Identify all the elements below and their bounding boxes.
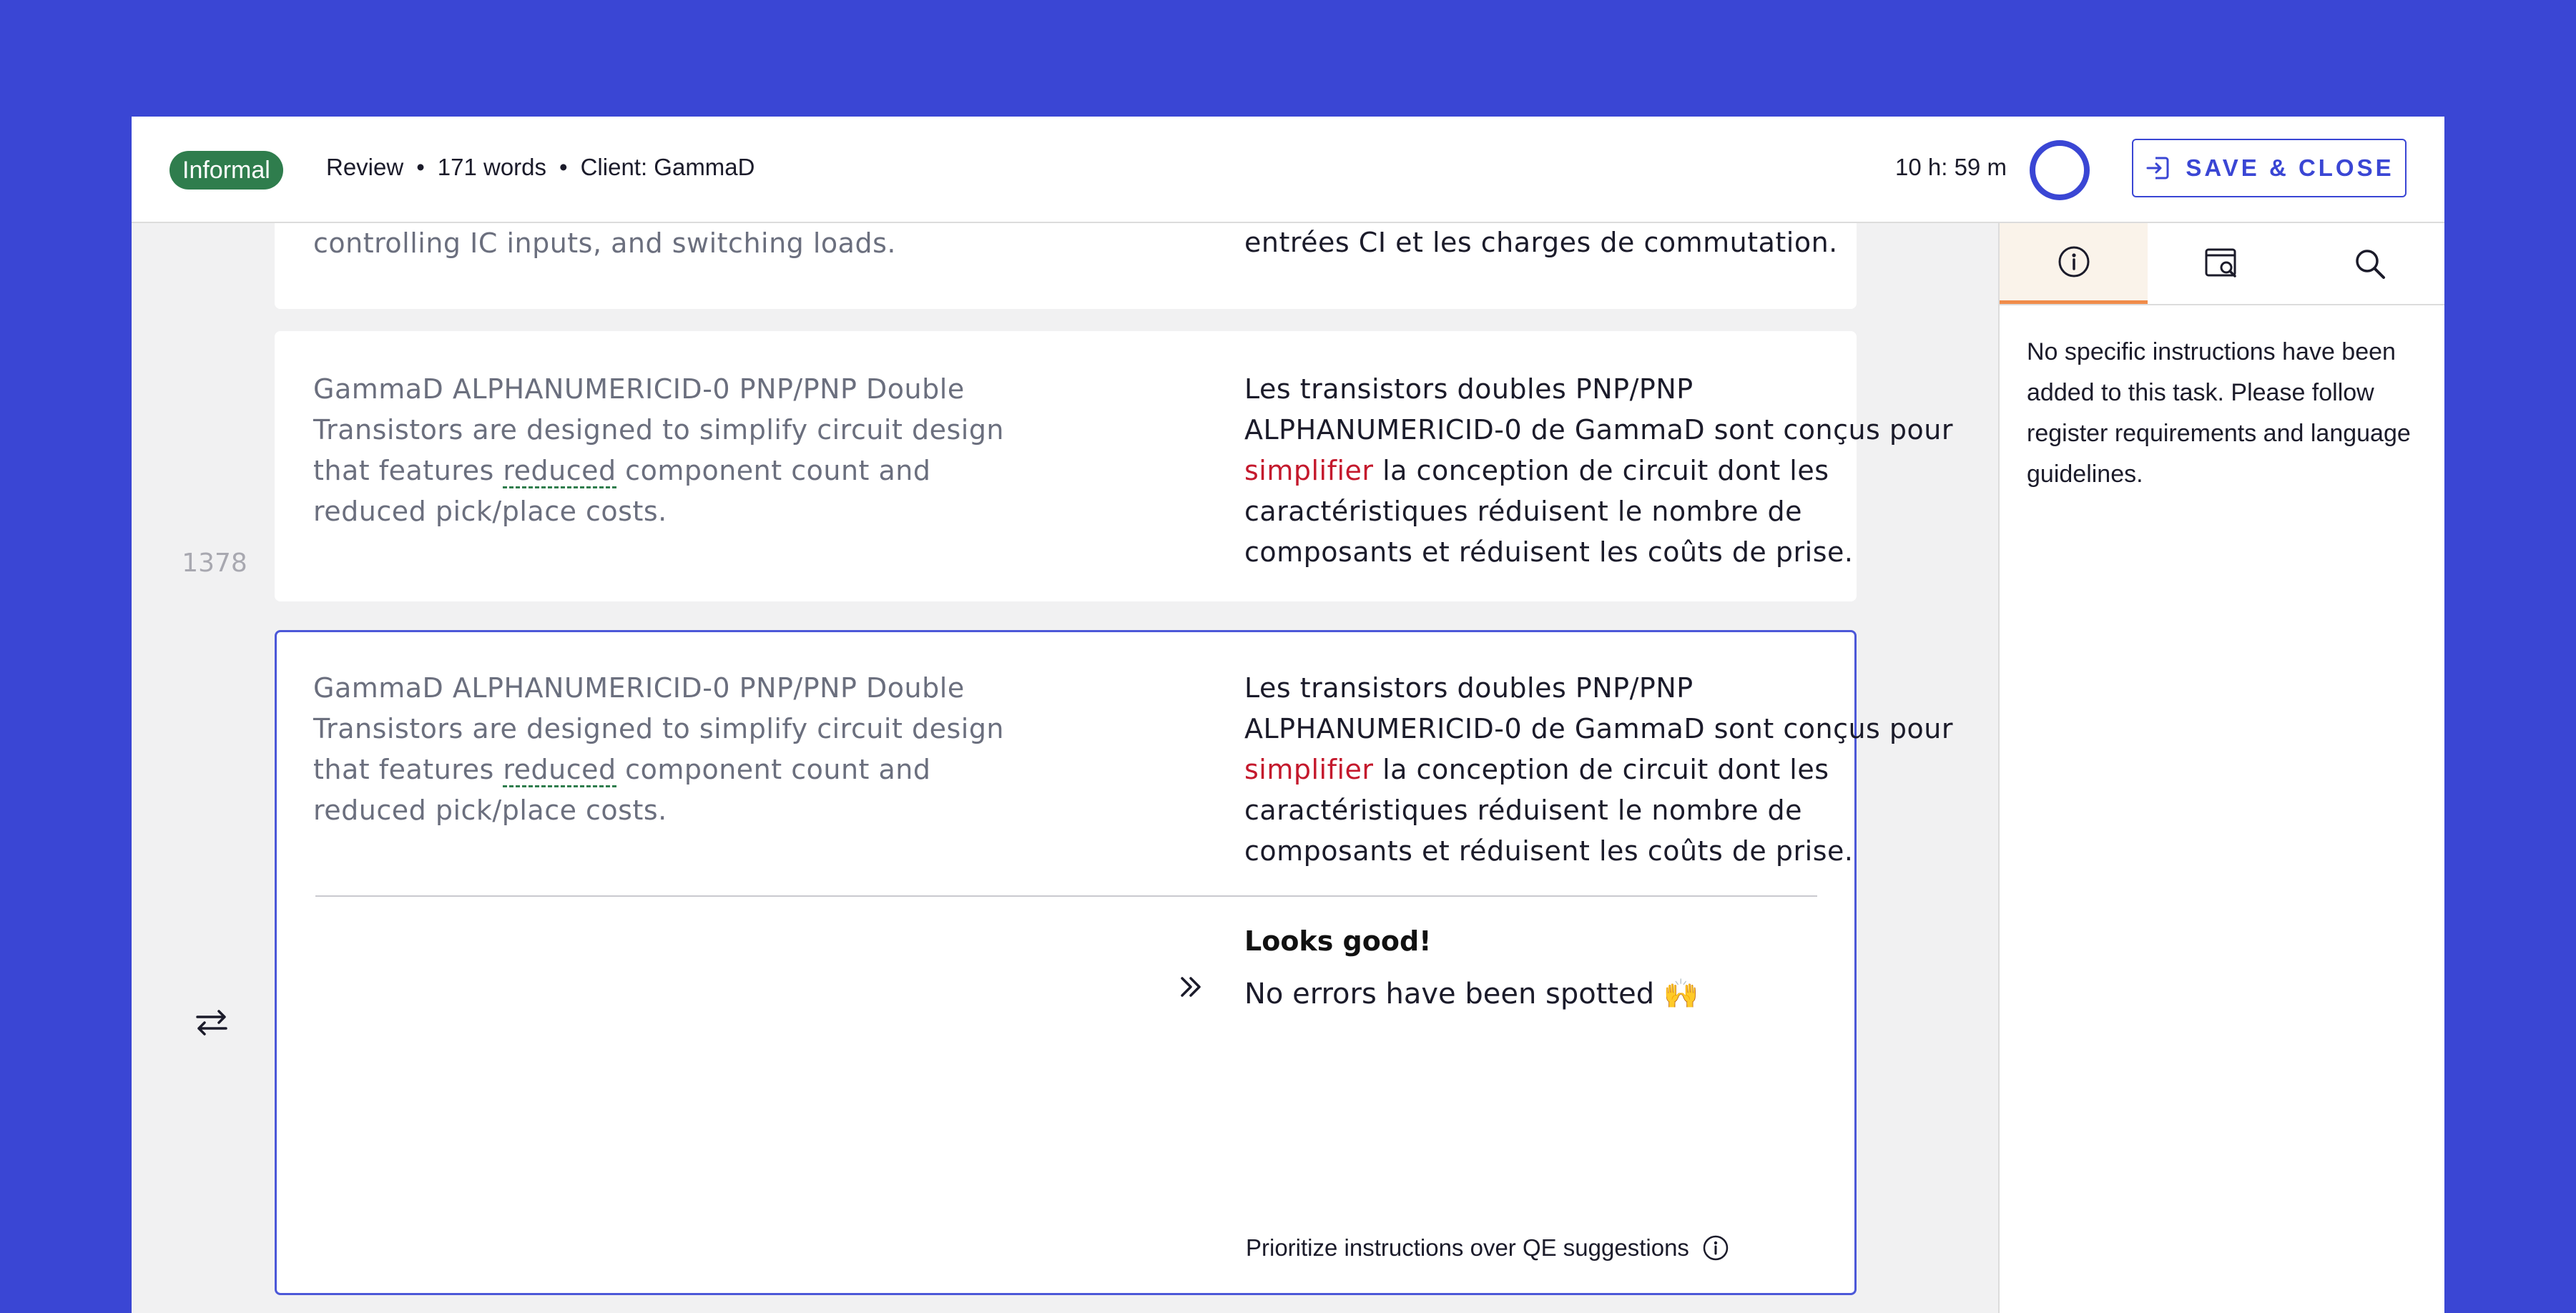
task-instructions: No specific instructions have been added… (2027, 338, 2411, 488)
task-meta: Review • 171 words • Client: GammaD (326, 154, 754, 181)
segment-target[interactable]: Les transistors doubles PNP/PNP ALPHANUM… (1244, 369, 1960, 573)
segment-number: 1378 (182, 549, 247, 578)
segment-card[interactable]: controlling IC inputs, and switching loa… (275, 223, 1857, 309)
segment-target[interactable]: d'économie pour la série DESO, le contrô… (1244, 223, 1960, 263)
copy-source-chevron-icon[interactable] (1176, 973, 1205, 1001)
meta-separator: • (559, 154, 568, 180)
task-header: Informal Review • 171 words • Client: GammaD… (132, 117, 2444, 223)
task-type: Review (326, 154, 404, 180)
swap-icon[interactable] (192, 1003, 232, 1043)
segment-card[interactable]: GammaD ALPHANUMERICID-0 PNP/PNP Double T… (275, 331, 1953, 601)
active-segment-card[interactable]: GammaD ALPHANUMERICID-0 PNP/PNP Double T… (275, 630, 1953, 1295)
target-text: Les transistors doubles PNP/PNP ALPHANUM… (1244, 373, 1954, 446)
tab-search[interactable] (2296, 223, 2444, 304)
register-badge: Informal (169, 151, 283, 190)
target-text: Les transistors doubles PNP/PNP ALPHANUM… (1244, 672, 1954, 744)
priority-note-text: Prioritize instructions over QE suggesti… (1246, 1234, 1689, 1261)
qa-status-message: No errors have been spotted 🙌 (1244, 977, 1699, 1010)
segment-source: GammaD ALPHANUMERICID-0 PNP/PNP Double T… (313, 369, 1021, 532)
qa-message-text: No errors have been spotted (1244, 978, 1655, 1010)
highlighted-term[interactable]: simplifier (1244, 754, 1374, 785)
meta-separator: • (416, 154, 425, 180)
flagged-term[interactable]: reduced (503, 754, 616, 787)
info-icon[interactable] (1702, 1234, 1729, 1262)
segment-list: controlling IC inputs, and switching loa… (132, 223, 1998, 1313)
timer-progress-ring (2030, 140, 2090, 200)
save-and-close-button[interactable]: SAVE & CLOSE (2132, 139, 2407, 197)
search-icon (2355, 249, 2385, 279)
side-panel-tabs (2000, 223, 2444, 305)
qa-divider (315, 895, 1817, 897)
segment-source: controlling IC inputs, and switching loa… (313, 227, 896, 259)
side-panel: No specific instructions have been added… (1998, 223, 2444, 1313)
raised-hands-icon: 🙌 (1663, 978, 1699, 1010)
flagged-term[interactable]: reduced (503, 455, 616, 488)
segment-source: GammaD ALPHANUMERICID-0 PNP/PNP Double T… (313, 668, 1021, 831)
highlighted-term[interactable]: simplifier (1244, 455, 1374, 486)
qa-status-title: Looks good! (1244, 925, 1432, 957)
tab-preview[interactable] (2148, 223, 2296, 304)
editor-window: Informal Review • 171 words • Client: GammaD… (132, 117, 2444, 1313)
exit-icon (2146, 157, 2169, 180)
segment-target-editor[interactable]: Les transistors doubles PNP/PNP ALPHANUM… (1244, 668, 1960, 872)
priority-note: Prioritize instructions over QE suggesti… (1246, 1234, 1729, 1262)
preview-search-icon (2205, 248, 2236, 277)
save-and-close-label: SAVE & CLOSE (2186, 154, 2394, 181)
time-remaining: 10 h: 59 m (1895, 154, 2007, 180)
info-icon (2058, 246, 2089, 277)
word-count: 171 words (437, 154, 547, 180)
client-name: Client: GammaD (580, 154, 755, 180)
tab-instructions[interactable] (2000, 223, 2148, 304)
